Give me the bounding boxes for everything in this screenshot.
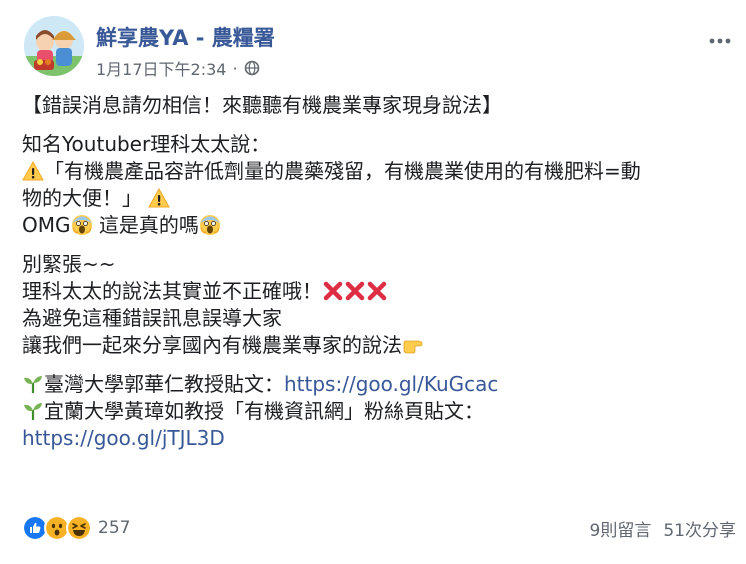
incorrect-text: 理科太太的說法其實並不正確哦！ [22, 279, 322, 303]
reaction-count: 257 [98, 518, 131, 538]
link-kugcac[interactable]: https://goo.gl/KuGcac [284, 372, 498, 396]
share-text: 讓我們一起來分享國內有機農業專家的說法 [22, 333, 402, 357]
post-timestamp[interactable]: 1月17日下午2:34 [96, 56, 226, 80]
quote-text: 物的大便！」 [22, 186, 142, 210]
haha-reaction-icon [66, 515, 92, 541]
incorrect-line: 理科太太的說法其實並不正確哦！ [22, 278, 732, 305]
comments-count-link[interactable]: 9則留言 [590, 516, 652, 541]
post-paragraph: 知名Youtuber理科太太說： [22, 132, 271, 156]
link-label: 宜蘭大學黃璋如教授「有機資訊網」粉絲頁貼文： [44, 399, 484, 423]
post-meta: 1月17日下午2:34 · [96, 56, 260, 80]
post-paragraph: 別緊張~~ [22, 252, 116, 276]
quote-line: 物的大便！」 [22, 185, 732, 212]
omg-line: OMG 這是真的嗎 [22, 212, 732, 239]
link-jtjl3d[interactable]: https://goo.gl/jTJL3D [22, 426, 225, 450]
seedling-icon [24, 376, 42, 393]
link-line: https://goo.gl/jTJL3D [22, 425, 732, 452]
seedling-icon [24, 403, 42, 420]
warning-icon [22, 160, 44, 181]
avatar-illustration [24, 16, 84, 76]
globe-icon[interactable] [244, 60, 260, 76]
reaction-summary[interactable]: 257 [22, 515, 130, 541]
cross-mark-icon [323, 281, 343, 301]
pointing-right-icon [403, 340, 423, 354]
post-title: 【錯誤消息請勿相信！來聽聽有機農業專家現身說法】 [22, 93, 502, 117]
share-line: 讓我們一起來分享國內有機農業專家的說法 [22, 332, 732, 359]
shares-count-link[interactable]: 51次分享 [663, 516, 736, 541]
omg-text: OMG [22, 213, 71, 237]
post-body: 【錯誤消息請勿相信！來聽聽有機農業專家現身說法】 知名Youtuber理科太太說… [22, 92, 732, 452]
warning-icon [148, 187, 171, 208]
engagement-counts: 9則留言 51次分享 [590, 516, 736, 541]
more-options-icon[interactable] [708, 34, 732, 48]
meta-separator: · [232, 58, 238, 78]
page-avatar[interactable] [24, 16, 84, 76]
quote-line: 「有機農產品容許低劑量的農藥殘留，有機農業使用的有機肥料=動 [22, 158, 732, 185]
link-line: 宜蘭大學黃璋如教授「有機資訊網」粉絲頁貼文： [22, 398, 732, 425]
omg-question: 這是真的嗎 [92, 213, 199, 237]
cross-mark-icon [367, 281, 387, 301]
post-footer: 257 9則留言 51次分享 [22, 512, 736, 544]
link-line: 臺灣大學郭華仁教授貼文：https://goo.gl/KuGcac [22, 371, 732, 398]
screaming-face-icon [199, 215, 220, 235]
quote-text: 「有機農產品容許低劑量的農藥殘留，有機農業使用的有機肥料=動 [44, 159, 641, 183]
post-header: 鮮享農YA - 農糧署 1月17日下午2:34 · [24, 16, 746, 80]
link-label: 臺灣大學郭華仁教授貼文： [44, 372, 284, 396]
post-paragraph: 為避免這種錯誤訊息誤導大家 [22, 306, 282, 330]
page-name-link[interactable]: 鮮享農YA - 農糧署 [96, 22, 275, 52]
screaming-face-icon [71, 215, 92, 235]
facebook-post: 鮮享農YA - 農糧署 1月17日下午2:34 · 【錯誤消息請勿相信！來聽聽有… [0, 0, 746, 564]
cross-mark-icon [345, 281, 365, 301]
